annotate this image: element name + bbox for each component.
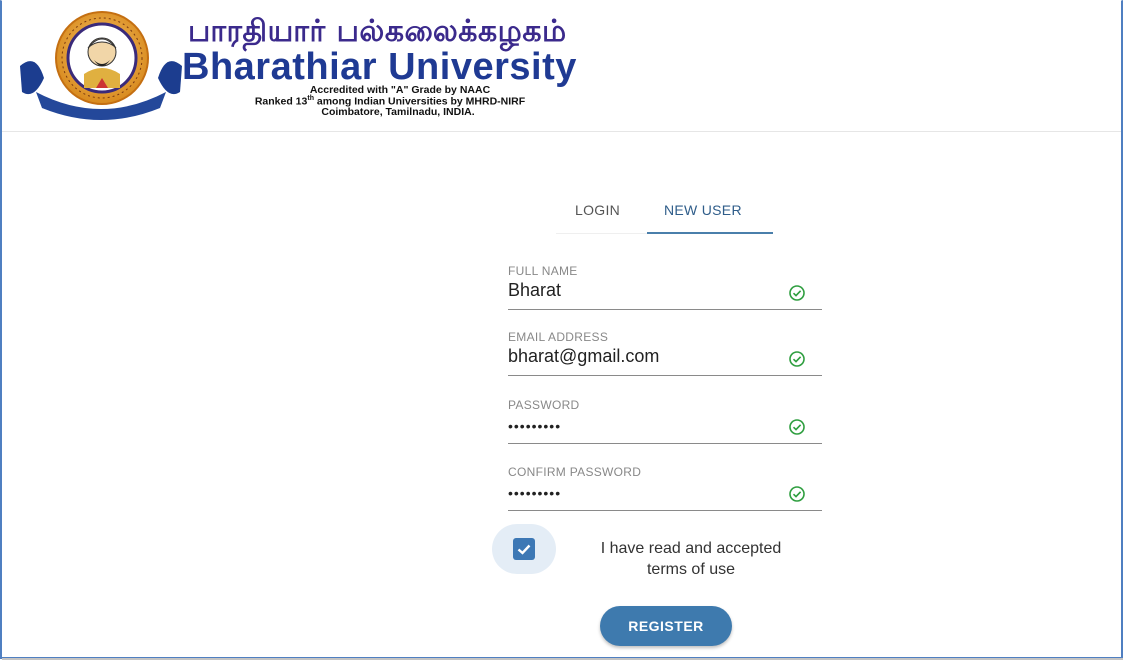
full-name-label: FULL NAME [508, 264, 578, 278]
terms-line-1: I have read and accepted [600, 540, 782, 557]
tab-new-user[interactable]: NEW USER [664, 196, 742, 234]
email-label: EMAIL ADDRESS [508, 330, 609, 344]
full-name-field: FULL NAME [508, 264, 822, 316]
field-underline [508, 443, 822, 444]
valid-check-icon [789, 351, 805, 367]
field-underline [508, 309, 822, 310]
full-name-input[interactable] [508, 280, 778, 301]
header: பாரதியார் பல்கலைக்கழகம் Bharathiar Unive… [2, 0, 1121, 132]
bottom-divider [2, 658, 1123, 660]
confirm-password-label: CONFIRM PASSWORD [508, 465, 642, 479]
confirm-password-field: CONFIRM PASSWORD [508, 465, 822, 517]
university-name: Bharathiar University [182, 46, 577, 88]
password-input[interactable] [508, 418, 778, 434]
password-field: PASSWORD [508, 398, 822, 450]
email-input[interactable] [508, 346, 778, 367]
terms-line-2: terms of use [646, 561, 736, 578]
email-field: EMAIL ADDRESS [508, 330, 822, 382]
confirm-password-input[interactable] [508, 485, 778, 501]
terms-label[interactable]: I have read and accepted terms of use [578, 538, 804, 580]
terms-checkbox[interactable] [513, 538, 535, 560]
password-label: PASSWORD [508, 398, 580, 412]
terms-checkbox-ripple [492, 524, 556, 574]
valid-check-icon [789, 285, 805, 301]
field-underline [508, 510, 822, 511]
valid-check-icon [789, 419, 805, 435]
checkmark-icon [517, 544, 531, 555]
register-button[interactable]: REGISTER [600, 606, 732, 646]
field-underline [508, 375, 822, 376]
auth-tabs: LOGIN NEW USER [556, 196, 776, 236]
university-seal-icon [20, 11, 182, 120]
active-tab-indicator [647, 232, 773, 234]
valid-check-icon [789, 486, 805, 502]
ranking-superscript: th [307, 95, 314, 102]
tab-login[interactable]: LOGIN [575, 196, 620, 234]
location-text: Coimbatore, Tamilnadu, INDIA. [321, 106, 475, 118]
